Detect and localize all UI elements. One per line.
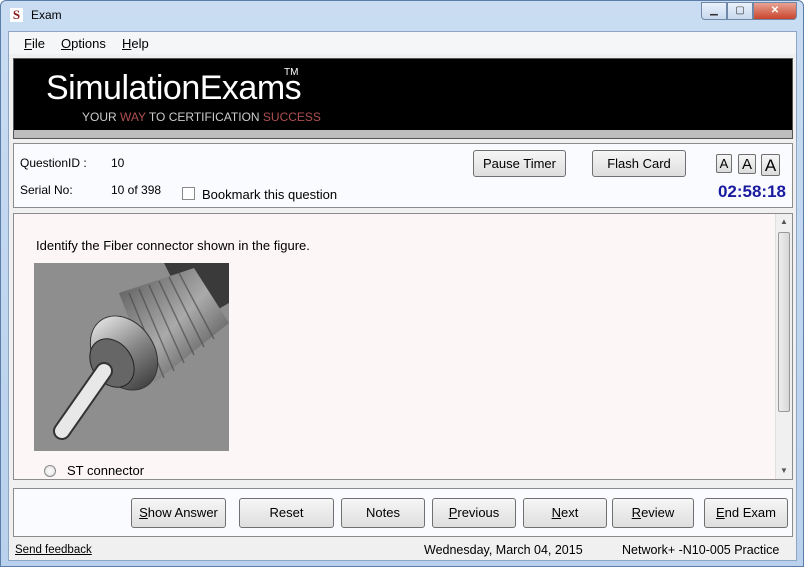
option-st-connector-label[interactable]: ST connector: [67, 463, 144, 478]
countdown-timer: 02:58:18: [717, 182, 786, 201]
question-scrollbar[interactable]: ▲ ▼: [775, 214, 792, 479]
question-id-value: 10: [111, 156, 125, 170]
font-small-button[interactable]: A: [716, 154, 732, 173]
option-st-connector-radio[interactable]: [44, 465, 56, 477]
serial-label: Serial No:: [20, 183, 73, 197]
show-answer-button[interactable]: Show Answer: [131, 498, 226, 528]
question-info-panel: QuestionID : 10 Serial No: 10 of 398 Boo…: [13, 143, 793, 208]
tagline: YOUR WAY TO CERTIFICATION SUCCESS: [82, 110, 321, 124]
send-feedback-link[interactable]: Send feedback: [15, 544, 92, 556]
fiber-connector-image: [34, 263, 229, 451]
status-date: Wednesday, March 04, 2015: [424, 543, 583, 557]
logo-banner: SimulationExams TM YOUR WAY TO CERTIFICA…: [13, 58, 793, 139]
question-text: Identify the Fiber connector shown in th…: [36, 238, 310, 253]
menu-file[interactable]: File: [24, 36, 45, 51]
logo: SimulationExams: [46, 69, 302, 107]
trademark: TM: [284, 67, 299, 78]
client-area: File Options Help SimulationExams TM YOU…: [8, 31, 797, 561]
menu-help[interactable]: Help: [122, 36, 149, 51]
scroll-up-icon[interactable]: ▲: [776, 214, 792, 230]
scroll-down-icon[interactable]: ▼: [776, 463, 792, 479]
exam-window: S Exam ▁ ▢ ✕ File Options Help Simulatio…: [0, 0, 804, 567]
status-exam-name: Network+ -N10-005 Practice: [622, 543, 780, 557]
question-panel: Identify the Fiber connector shown in th…: [13, 213, 793, 480]
bookmark-label[interactable]: Bookmark this question: [202, 187, 337, 202]
review-button[interactable]: Review: [612, 498, 694, 528]
notes-button[interactable]: Notes: [341, 498, 425, 528]
bookmark-checkbox[interactable]: [182, 187, 195, 200]
scroll-thumb[interactable]: [778, 232, 790, 412]
pause-timer-button[interactable]: Pause Timer: [473, 150, 566, 177]
next-button[interactable]: Next: [523, 498, 607, 528]
minimize-button[interactable]: ▁: [701, 2, 727, 20]
menu-options[interactable]: Options: [61, 36, 106, 51]
serial-value: 10 of 398: [111, 183, 162, 197]
font-medium-button[interactable]: A: [738, 154, 756, 174]
menu-bar: File Options Help: [9, 32, 796, 54]
title-bar: S Exam ▁ ▢ ✕: [1, 1, 803, 31]
window-title: Exam: [31, 8, 62, 22]
banner-strip: [14, 130, 792, 138]
reset-button[interactable]: Reset: [239, 498, 334, 528]
previous-button[interactable]: Previous: [432, 498, 516, 528]
close-button[interactable]: ✕: [753, 2, 797, 20]
font-large-button[interactable]: A: [761, 154, 780, 176]
question-id-label: QuestionID :: [20, 156, 87, 170]
end-exam-button[interactable]: End Exam: [704, 498, 788, 528]
flash-card-button[interactable]: Flash Card: [592, 150, 686, 177]
app-icon: S: [10, 8, 23, 22]
maximize-button[interactable]: ▢: [727, 2, 753, 20]
navigation-panel: Show Answer Reset Notes Previous Next Re…: [13, 488, 793, 537]
